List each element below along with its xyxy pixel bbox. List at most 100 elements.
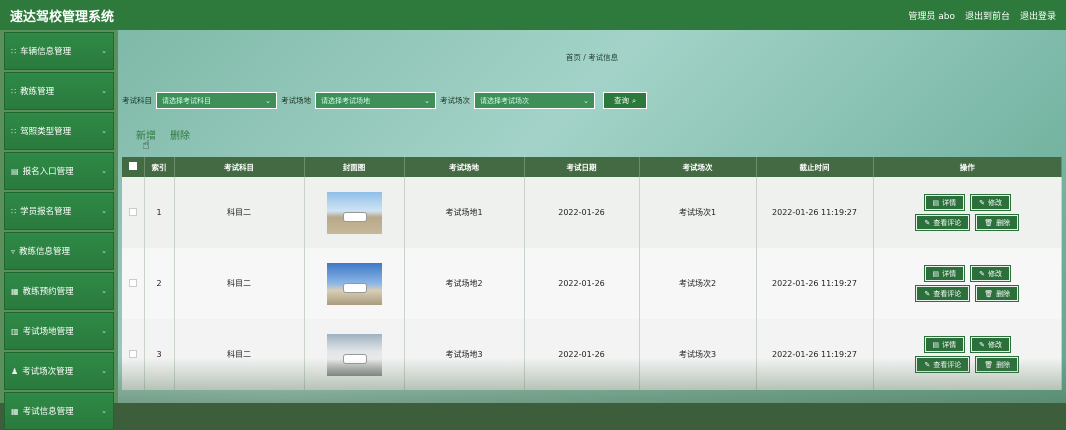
chevron-down-icon: ⌄ [101,47,107,55]
main-content: 首页 / 考试信息 考试科目 请选择考试科目 ⌄ 考试场地 请选择考试场地 ⌄ 考试… [118,30,1066,403]
breadcrumb-home[interactable]: 首页 [566,53,581,62]
cell-cover [304,177,405,248]
sidebar-item-coach-info[interactable]: ▿ 教练信息管理 ⌄ [4,232,114,270]
cover-image[interactable] [326,262,382,305]
row-select[interactable] [122,177,145,248]
chevron-down-icon: ⌄ [101,207,107,215]
logout-link[interactable]: 退出登录 [1020,9,1056,22]
top-links: 管理员 abo 退出到前台 退出登录 [908,9,1056,22]
chevron-down-icon: ⌄ [424,96,430,105]
sidebar-item-coach-booking[interactable]: ▦ 教练预约管理 ⌄ [4,272,114,310]
sidebar-item-license-type[interactable]: ∷ 驾照类型管理 ⌄ [4,112,114,150]
cell-deadline: 2022-01-26 11:19:27 [756,248,874,319]
query-button[interactable]: 查询 ⌕ [603,92,648,109]
sidebar-item-exam-session[interactable]: ♟ 考试场次管理 ⌄ [4,352,114,390]
grid-icon: ∷ [11,126,17,136]
delete-button[interactable]: 删除 [170,127,190,142]
top-bar: 速达驾校管理系统 管理员 abo 退出到前台 退出登录 [0,0,1066,30]
chevron-down-icon: ⌄ [583,96,589,105]
chevron-down-icon: ⌄ [101,247,107,255]
checkbox[interactable] [128,207,137,216]
sidebar-item-label: 考试信息管理 [22,407,74,417]
detail-label: 详情 [942,269,957,278]
header-ops: 操作 [873,157,1062,177]
cell-subject: 科目二 [174,248,305,319]
bottom-fade-overlay [118,358,1066,403]
table-header-row: 索引 考试科目 封面图 考试场地 考试日期 考试场次 截止时间 操作 [122,157,1062,177]
chevron-down-icon: ⌄ [101,287,107,295]
row-delete-button[interactable]: 🗑删除 [976,215,1019,230]
car-shape [342,282,367,293]
sidebar-item-label: 报名入口管理 [22,167,74,177]
edit-button[interactable]: ✎ 修改 [971,266,1010,281]
subject-select[interactable]: 请选择考试科目 ⌄ [156,92,277,109]
edit-label: 修改 [988,198,1002,207]
detail-icon: ▤ [932,340,940,349]
admin-user[interactable]: 管理员 abo [908,9,955,22]
sidebar-item-label: 考试场地管理 [22,327,74,337]
view-review-button[interactable]: ✎查看评论 [916,215,970,230]
chevron-down-icon: ⌄ [101,367,107,375]
cell-session: 考试场次1 [639,177,757,248]
view-review-button[interactable]: ✎查看评论 [916,286,970,301]
edit-button[interactable]: ✎ 修改 [971,337,1010,352]
venue-label: 考试场地 [281,96,311,105]
edit-label: 修改 [988,340,1002,349]
sidebar-item-label: 教练信息管理 [19,247,71,257]
sidebar-item-label: 教练预约管理 [22,287,74,297]
sidebar-item-vehicle[interactable]: ∷ 车辆信息管理 ⌄ [4,32,114,70]
edit-icon: ✎ [979,269,985,278]
remove-label: 删除 [996,289,1011,298]
header-cover: 封面图 [304,157,405,177]
sidebar-item-label: 车辆信息管理 [20,47,72,57]
breadcrumb-current: 考试信息 [588,53,619,62]
subject-placeholder: 请选择考试科目 [162,96,211,105]
header-deadline: 截止时间 [756,157,874,177]
row-select[interactable] [122,248,145,319]
row-delete-button[interactable]: 🗑删除 [976,286,1019,301]
exit-to-front-link[interactable]: 退出到前台 [965,9,1010,22]
checkbox[interactable] [128,162,137,170]
chevron-down-icon: ⌄ [101,127,107,135]
checkbox[interactable] [128,278,137,287]
subject-label: 考试科目 [122,96,152,105]
edit-icon: ✎ [979,340,985,349]
hand-cursor-icon: ☝ [142,138,150,153]
grid-icon: ∷ [11,46,17,56]
cell-venue: 考试场地2 [404,248,525,319]
detail-button[interactable]: ▤ 详情 [924,266,965,281]
cover-image[interactable] [326,191,382,234]
table-icon: ▦ [11,286,19,296]
sidebar-item-student-registration[interactable]: ∷ 学员报名管理 ⌄ [4,192,114,230]
cell-date: 2022-01-26 [524,177,640,248]
checkbox[interactable] [128,349,137,358]
detail-icon: ▤ [932,269,940,278]
edit-icon: ✎ [924,218,931,227]
chevron-down-icon: ⌄ [101,87,107,95]
session-select[interactable]: 请选择考试场次 ⌄ [474,92,595,109]
search-icon: ⌕ [632,95,637,105]
session-label: 考试场次 [440,96,470,105]
header-index: 索引 [144,157,175,177]
sidebar-item-exam-info[interactable]: ▦ 考试信息管理 ⌄ [4,392,114,430]
sidebar-item-registration-entry[interactable]: ▤ 报名入口管理 ⌄ [4,152,114,190]
venue-placeholder: 请选择考试场地 [321,96,370,105]
detail-button[interactable]: ▤ 详情 [924,195,965,210]
table-row: 1 科目二 考试场地1 2022-01-26 考试场次1 2022-01-26 … [122,177,1062,248]
trash-icon: 🗑 [984,289,994,298]
chevron-down-icon: ⌄ [101,327,107,335]
grid-icon: ∷ [11,206,17,216]
person-icon: ♟ [11,366,19,376]
cell-cover [304,248,405,319]
sidebar-item-label: 驾照类型管理 [20,127,72,137]
detail-button[interactable]: ▤ 详情 [924,337,965,352]
sidebar-item-exam-venue[interactable]: ▥ 考试场地管理 ⌄ [4,312,114,350]
session-placeholder: 请选择考试场次 [480,96,529,105]
cell-ops: ▤详情 ✎修改 ✎查看评论 🗑删除 [873,177,1062,248]
venue-select[interactable]: 请选择考试场地 ⌄ [315,92,436,109]
header-venue: 考试场地 [404,157,525,177]
header-select-all[interactable] [122,157,145,177]
sidebar-item-label: 教练管理 [20,87,55,97]
sidebar-item-coach[interactable]: ∷ 教练管理 ⌄ [4,72,114,110]
edit-button[interactable]: ✎ 修改 [971,195,1010,210]
